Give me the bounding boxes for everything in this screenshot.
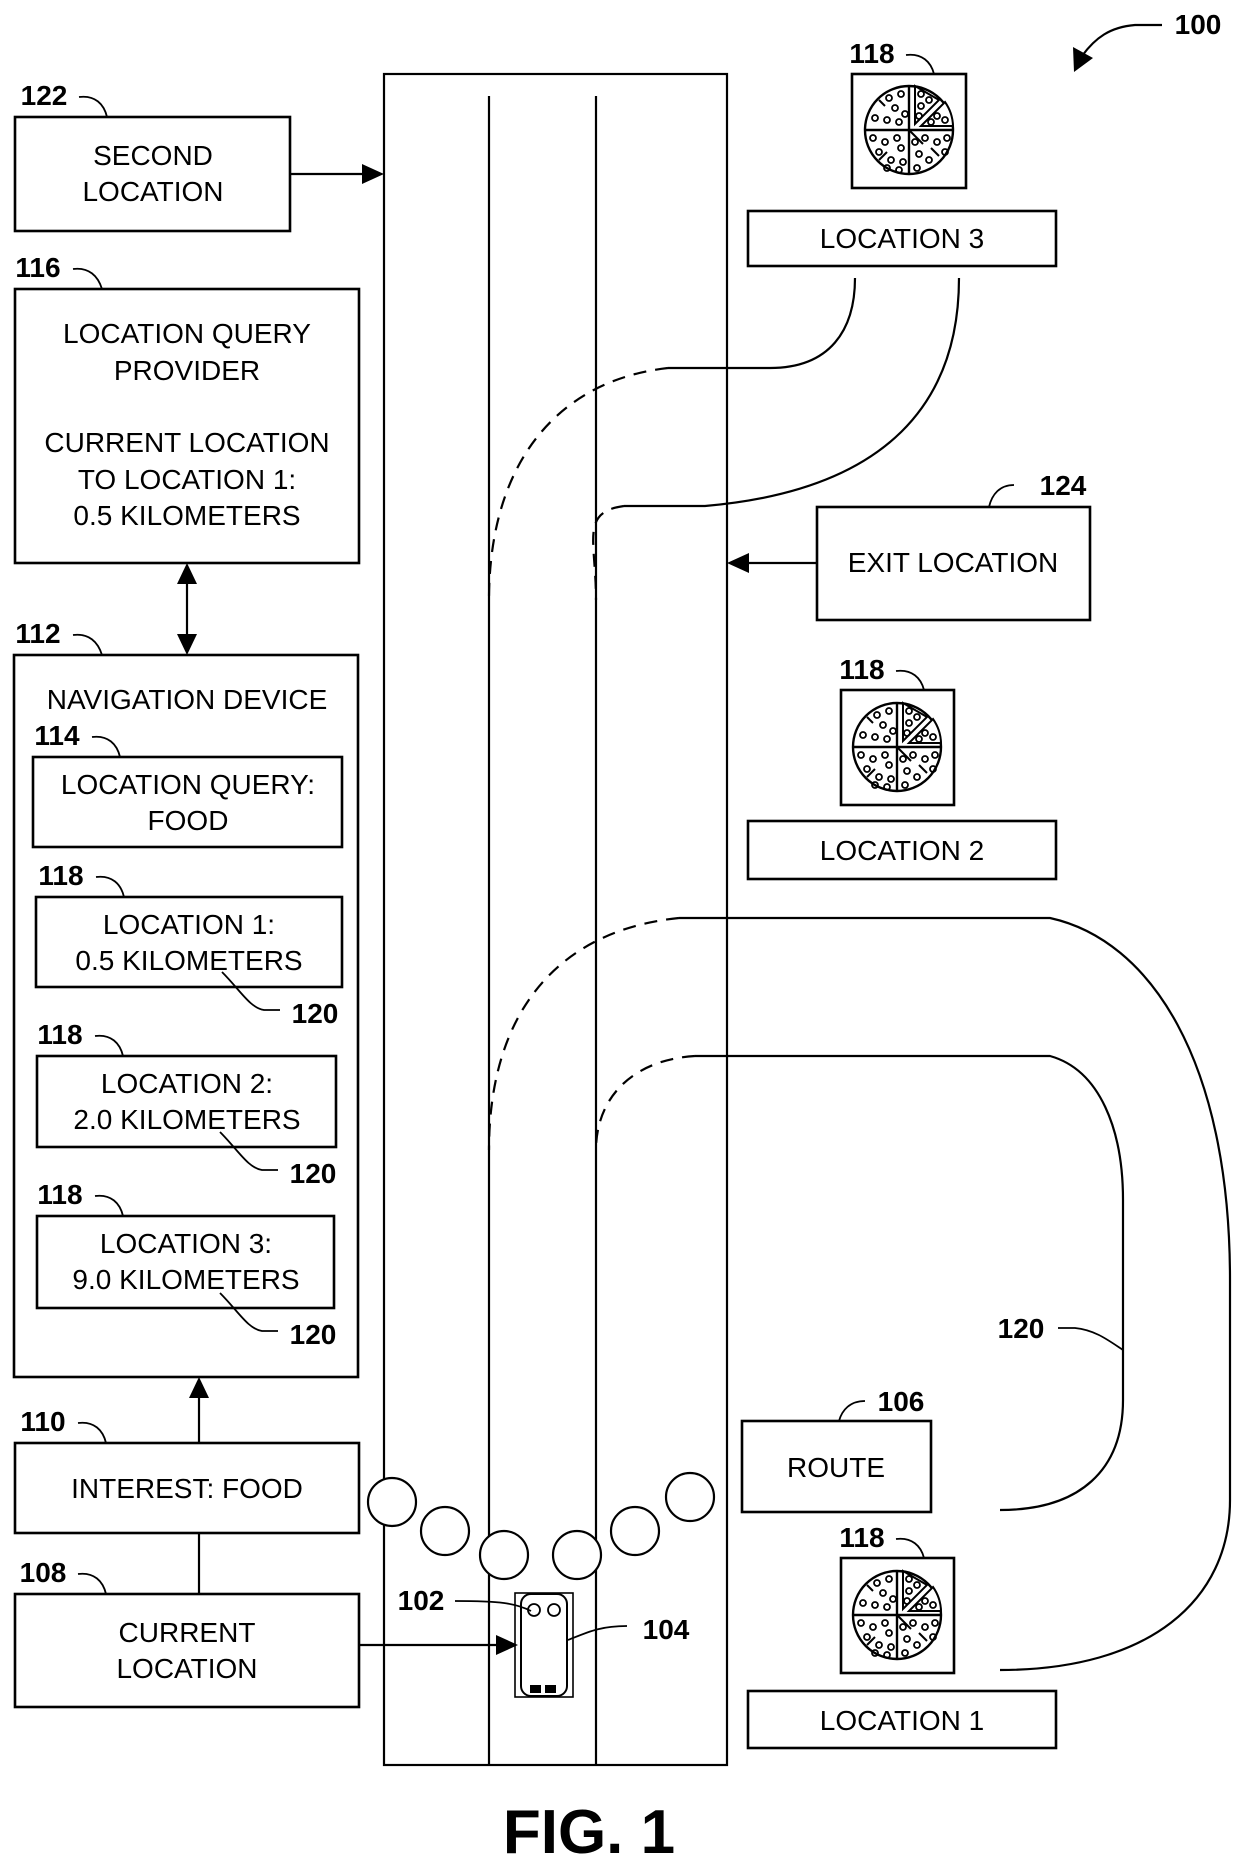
ref-120-result1: 120 (292, 998, 339, 1029)
location-query-line2: FOOD (148, 805, 229, 836)
ref-120-result3: 120 (290, 1319, 337, 1350)
lqp-detail-line3: 0.5 KILOMETERS (73, 500, 300, 531)
ref-118-result2: 118 (37, 1019, 82, 1050)
route-label: ROUTE (787, 1452, 885, 1483)
result1-line1: LOCATION 1: (103, 909, 275, 940)
arrowhead-icon (189, 1377, 209, 1398)
leader-106 (838, 1400, 866, 1422)
current-location-line2: LOCATION (116, 1653, 257, 1684)
ref-118-result3: 118 (37, 1179, 82, 1210)
ref-114: 114 (34, 720, 80, 751)
current-location-box (13, 1592, 361, 1709)
loop-outer-dashed (487, 916, 680, 1151)
tail-light-icon (530, 1685, 541, 1693)
leader-112 (72, 633, 103, 656)
barriers (366, 1471, 716, 1581)
second-location-line1: SECOND (93, 140, 213, 171)
leader-110 (77, 1421, 107, 1444)
result3-line1: LOCATION 3: (100, 1228, 272, 1259)
leader-118-location2 (895, 669, 925, 691)
location1-label: LOCATION 1 (820, 1705, 984, 1736)
leader-118-location3 (905, 53, 935, 75)
lqp-detail-line1: CURRENT LOCATION (44, 427, 329, 458)
ref-108: 108 (20, 1557, 67, 1588)
ref-124: 124 (1040, 470, 1087, 501)
nav-device-title: NAVIGATION DEVICE (47, 684, 328, 715)
ref-122: 122 (21, 80, 68, 111)
barrier-circle (664, 1471, 716, 1523)
ref-120-route: 120 (998, 1313, 1045, 1344)
exit-location-label: EXIT LOCATION (848, 547, 1059, 578)
arrowhead-icon (727, 553, 749, 573)
result1-line2: 0.5 KILOMETERS (75, 945, 302, 976)
ref-106: 106 (878, 1386, 925, 1417)
second-location-box (13, 115, 292, 233)
location2-label: LOCATION 2 (820, 835, 984, 866)
barrier-circle (551, 1529, 603, 1581)
ramp3-inner-solid (668, 277, 857, 370)
barrier-circle (366, 1476, 418, 1528)
pizza-icon (863, 84, 955, 176)
location-query-line1: LOCATION QUERY: (61, 769, 315, 800)
ref-118-location2-icon: 118 (839, 654, 884, 685)
ref-116: 116 (15, 252, 60, 283)
ref-120-result2: 120 (290, 1158, 337, 1189)
arrowhead-icon (362, 164, 384, 184)
interest-label: INTEREST: FOOD (71, 1473, 303, 1504)
ref-118-location3-icon: 118 (849, 38, 894, 69)
patent-figure: 102 104 122 SECOND LOCATION 116 LOCATION… (12, 9, 1232, 1863)
tail-light-icon (545, 1685, 556, 1693)
ref-118-location1-icon: 118 (839, 1522, 884, 1553)
figure-label: FIG. 1 (503, 1798, 675, 1863)
pizza-icon (851, 701, 943, 793)
leader-120-route (1058, 1327, 1124, 1351)
arrowhead-icon (1073, 47, 1093, 72)
ramp3-outer-solid (624, 277, 961, 508)
ref-104: 104 (643, 1614, 690, 1645)
occupant-icon (547, 1603, 561, 1617)
barrier-circle (419, 1505, 471, 1557)
leader-124 (988, 484, 1015, 508)
ref-110: 110 (20, 1406, 65, 1437)
leader-104 (567, 1625, 628, 1641)
ramp3-inner-dashed (487, 366, 669, 601)
result2-line1: LOCATION 2: (101, 1068, 273, 1099)
result2-line2: 2.0 KILOMETERS (73, 1104, 300, 1135)
ramp3-outer-dashed (592, 504, 625, 601)
lqp-title-line2: PROVIDER (114, 355, 260, 386)
leader-118-location1 (895, 1537, 925, 1559)
barrier-circle (478, 1529, 530, 1581)
leader-108 (77, 1572, 107, 1595)
ref-118-result1: 118 (38, 860, 83, 891)
current-location-line1: CURRENT (119, 1617, 256, 1648)
pizza-icon (851, 1569, 943, 1661)
lqp-title-line1: LOCATION QUERY (63, 318, 311, 349)
leader-122 (78, 95, 108, 118)
arrowhead-icon (177, 634, 197, 655)
ref-102: 102 (398, 1585, 445, 1616)
second-location-line2: LOCATION (82, 176, 223, 207)
barrier-circle (609, 1505, 661, 1557)
location3-label: LOCATION 3 (820, 223, 984, 254)
lqp-detail-line2: TO LOCATION 1: (78, 464, 296, 495)
ref-100: 100 (1175, 9, 1222, 40)
loop-inner-dashed (594, 1054, 696, 1151)
leader-100 (1081, 23, 1162, 57)
leader-116 (72, 267, 103, 290)
ref-112: 112 (15, 618, 60, 649)
arrowhead-icon (177, 563, 197, 584)
result3-line2: 9.0 KILOMETERS (72, 1264, 299, 1295)
